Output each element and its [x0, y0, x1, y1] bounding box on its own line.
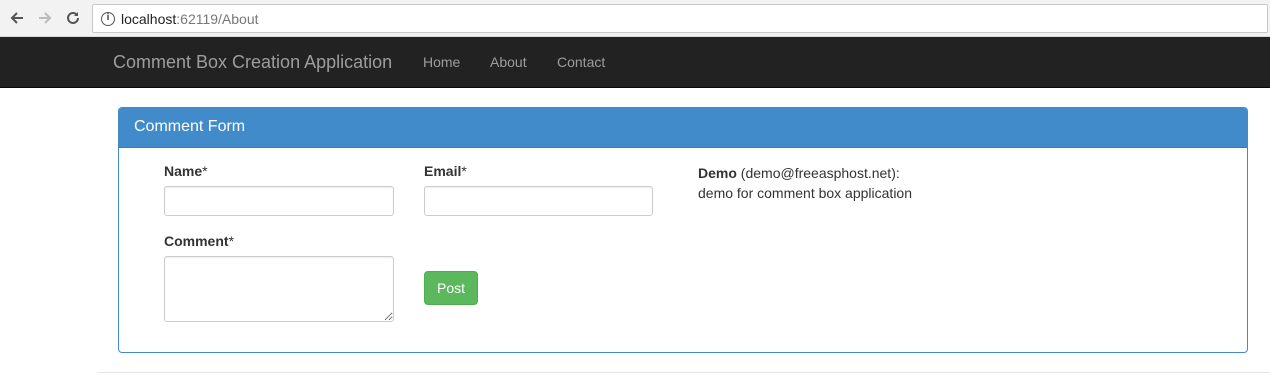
email-label-text: Email [424, 163, 462, 179]
footer-divider [98, 372, 1270, 373]
comment-label: Comment* [164, 233, 234, 249]
site-navbar: Comment Box Creation Application Home Ab… [0, 37, 1270, 88]
post-button[interactable]: Post [424, 271, 478, 305]
comment-text: demo for comment box application [698, 185, 912, 201]
email-label: Email* [424, 163, 467, 179]
panel-title: Comment Form [119, 108, 1247, 148]
comment-email: (demo@freeasphost.net): [736, 165, 900, 181]
back-arrow-icon[interactable] [5, 6, 29, 30]
info-icon[interactable]: i [101, 11, 115, 26]
required-mark: * [228, 233, 235, 249]
name-label: Name* [164, 163, 208, 179]
required-mark: * [202, 163, 208, 179]
name-input[interactable] [164, 186, 394, 216]
name-label-text: Name [164, 163, 203, 179]
comment-entry: Demo (demo@freeasphost.net): demo for co… [698, 163, 912, 203]
comment-label-text: Comment [164, 233, 229, 249]
nav-link-contact[interactable]: Contact [557, 54, 605, 70]
address-bar[interactable]: i localhost:62119/About [92, 4, 1268, 33]
comment-textarea[interactable] [164, 256, 394, 322]
required-mark: * [461, 163, 467, 179]
reload-icon[interactable] [61, 6, 85, 30]
navbar-brand[interactable]: Comment Box Creation Application [113, 52, 392, 73]
nav-link-home[interactable]: Home [423, 54, 460, 70]
url-path: :62119/About [176, 10, 259, 27]
forward-arrow-icon[interactable] [33, 6, 57, 30]
email-input[interactable] [424, 186, 653, 216]
nav-link-about[interactable]: About [490, 54, 527, 70]
browser-toolbar: i localhost:62119/About [0, 0, 1270, 37]
comment-form-panel: Comment Form Name* Email* Comment* Post … [118, 107, 1248, 353]
comment-author-line: Demo (demo@freeasphost.net): [698, 163, 912, 183]
url-host: localhost [121, 10, 177, 27]
comment-author: Demo [698, 165, 737, 181]
